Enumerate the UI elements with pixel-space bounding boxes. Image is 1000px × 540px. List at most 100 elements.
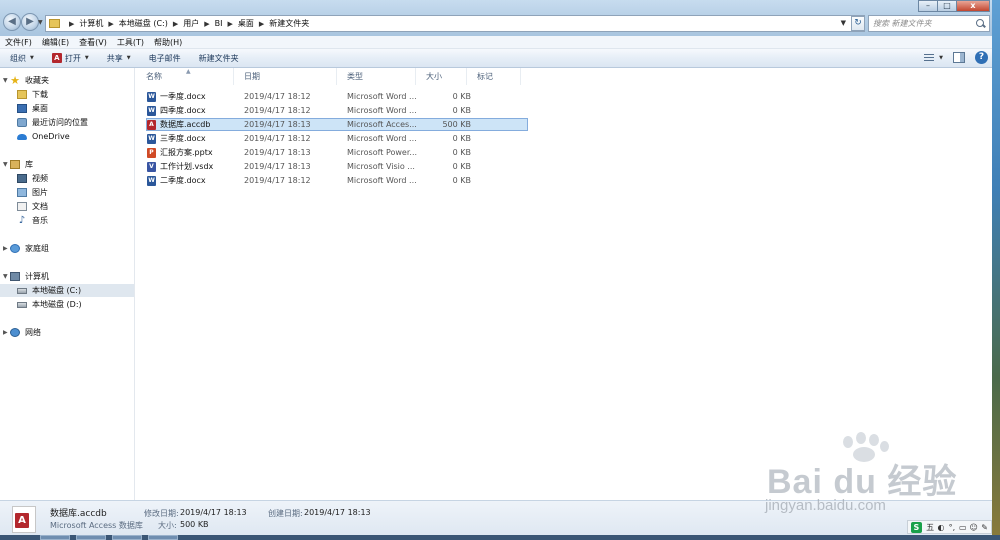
half-width-icon[interactable]: ◐ <box>937 523 946 532</box>
chevron-right-icon[interactable]: ▶ <box>204 20 209 28</box>
nav-label: 本地磁盘 (D:) <box>32 300 82 309</box>
nav-item-drive-d[interactable]: 本地磁盘 (D:) <box>0 298 134 311</box>
column-type[interactable]: 类型 <box>337 68 416 85</box>
sogou-ime-icon[interactable]: S <box>911 521 922 533</box>
chevron-right-icon[interactable]: ▶ <box>173 20 178 28</box>
file-size: 0 KB <box>452 176 471 185</box>
expand-arrow-icon[interactable]: ▼ <box>3 273 9 280</box>
nav-item-homegroup[interactable]: ▶ 家庭组 <box>0 242 134 255</box>
nav-item-music[interactable]: ♪ 音乐 <box>0 214 134 227</box>
nav-item-desktop[interactable]: 桌面 <box>0 102 134 115</box>
chevron-right-icon[interactable]: ▶ <box>228 20 233 28</box>
file-row[interactable]: W 四季度.docx 2019/4/17 18:12 Microsoft Word… <box>146 104 528 117</box>
collapse-arrow-icon[interactable]: ▶ <box>3 329 9 336</box>
taskbar-button[interactable] <box>76 535 106 540</box>
menu-tools[interactable]: 工具(T) <box>117 37 144 48</box>
drive-icon <box>17 301 27 308</box>
expand-arrow-icon[interactable]: ▼ <box>3 77 9 84</box>
nav-label: 网络 <box>25 328 41 337</box>
modified-value: 2019/4/17 18:13 <box>180 508 247 517</box>
change-view-icon[interactable] <box>922 52 936 64</box>
nav-item-pictures[interactable]: 图片 <box>0 186 134 199</box>
breadcrumb-current-folder[interactable]: 新建文件夹 <box>269 18 309 29</box>
ime-mode-label[interactable]: 五 <box>926 522 935 533</box>
close-button[interactable]: x <box>956 0 990 12</box>
organize-button[interactable]: 组织 ▼ <box>10 53 34 64</box>
recent-pages-dropdown-icon[interactable]: ▼ <box>38 19 43 26</box>
file-row-selected[interactable]: A 数据库.accdb 2019/4/17 18:13 Microsoft Acc… <box>146 118 528 131</box>
chevron-right-icon[interactable]: ▶ <box>69 20 74 28</box>
menu-help[interactable]: 帮助(H) <box>154 37 182 48</box>
breadcrumb-users[interactable]: 用户 <box>183 18 199 29</box>
nav-item-libraries[interactable]: ▼ 库 <box>0 158 134 171</box>
expand-arrow-icon[interactable]: ▼ <box>3 161 9 168</box>
punctuation-icon[interactable]: °, <box>947 523 956 532</box>
menu-view[interactable]: 查看(V) <box>79 37 107 48</box>
nav-item-favorites[interactable]: ▼ ★ 收藏夹 <box>0 74 134 87</box>
menu-edit[interactable]: 编辑(E) <box>42 37 69 48</box>
file-row[interactable]: V 工作计划.vsdx 2019/4/17 18:13 Microsoft Vis… <box>146 160 528 173</box>
search-input[interactable]: 搜索 新建文件夹 <box>873 18 975 29</box>
chevron-right-icon[interactable]: ▶ <box>108 20 113 28</box>
nav-item-drive-c[interactable]: 本地磁盘 (C:) <box>0 284 134 297</box>
file-row[interactable]: W 三季度.docx 2019/4/17 18:12 Microsoft Word… <box>146 132 528 145</box>
column-name[interactable]: ▲ 名称 <box>136 68 234 85</box>
nav-item-onedrive[interactable]: OneDrive <box>0 130 134 143</box>
refresh-icon[interactable]: ↻ <box>851 16 865 31</box>
nav-item-network[interactable]: ▶ 网络 <box>0 326 134 339</box>
nav-item-computer[interactable]: ▼ 计算机 <box>0 270 134 283</box>
search-box[interactable]: 搜索 新建文件夹 <box>868 15 990 32</box>
taskbar-button[interactable] <box>112 535 142 540</box>
breadcrumb-drive-c[interactable]: 本地磁盘 (C:) <box>119 18 168 29</box>
share-button[interactable]: 共享 ▼ <box>107 53 131 64</box>
nav-item-documents[interactable]: 文档 <box>0 200 134 213</box>
preview-pane-icon[interactable] <box>953 52 965 63</box>
share-label: 共享 <box>106 53 123 63</box>
breadcrumb-computer[interactable]: 计算机 <box>79 18 103 29</box>
downloads-folder-icon <box>17 90 27 99</box>
new-folder-button[interactable]: 新建文件夹 <box>199 53 239 64</box>
address-dropdown-icon[interactable]: ▼ <box>841 19 846 27</box>
menu-file[interactable]: 文件(F) <box>5 37 32 48</box>
nav-item-recent[interactable]: 最近访问的位置 <box>0 116 134 129</box>
file-row[interactable]: W 一季度.docx 2019/4/17 18:12 Microsoft Word… <box>146 90 528 103</box>
chevron-down-icon[interactable]: ▼ <box>939 55 943 61</box>
nav-item-videos[interactable]: 视频 <box>0 172 134 185</box>
collapse-arrow-icon[interactable]: ▶ <box>3 245 9 252</box>
organize-label: 组织 <box>10 53 26 63</box>
cloud-icon <box>17 133 27 140</box>
window-controls: – □ x <box>918 0 990 12</box>
new-folder-label: 新建文件夹 <box>198 53 239 63</box>
nav-label: 音乐 <box>32 216 48 225</box>
watermark-brand: Bai du 经验 <box>767 463 958 501</box>
search-icon[interactable] <box>975 18 986 29</box>
column-size[interactable]: 大小 <box>416 68 467 85</box>
settings-icon[interactable]: ✎ <box>980 523 989 532</box>
column-label: 类型 <box>347 72 363 81</box>
navigation-pane: ▼ ★ 收藏夹 下载 桌面 最近访问的位置 OneDrive ▼ 库 视频 图片… <box>0 68 135 500</box>
maximize-button[interactable]: □ <box>937 0 957 12</box>
back-icon[interactable]: ◀ <box>3 13 21 31</box>
keyboard-icon[interactable]: ▭ <box>958 523 967 532</box>
file-row[interactable]: W 二季度.docx 2019/4/17 18:12 Microsoft Word… <box>146 174 528 187</box>
forward-icon[interactable]: ▶ <box>21 13 39 31</box>
help-icon[interactable]: ? <box>975 51 988 64</box>
nav-item-downloads[interactable]: 下载 <box>0 88 134 101</box>
breadcrumb-desktop[interactable]: 桌面 <box>238 18 254 29</box>
view-controls: ▼ ? <box>922 51 992 64</box>
file-row[interactable]: P 汇报方案.pptx 2019/4/17 18:13 Microsoft Pow… <box>146 146 528 159</box>
column-date[interactable]: 日期 <box>234 68 337 85</box>
file-name: 二季度.docx <box>160 176 206 185</box>
taskbar-button[interactable] <box>40 535 70 540</box>
open-button[interactable]: A 打开 ▼ <box>51 53 89 64</box>
email-button[interactable]: 电子邮件 <box>149 53 181 64</box>
breadcrumb-user[interactable]: BI <box>215 19 223 28</box>
chevron-right-icon[interactable]: ▶ <box>259 20 264 28</box>
file-name: 汇报方案.pptx <box>160 148 213 157</box>
computer-icon <box>10 272 20 281</box>
taskbar-button[interactable] <box>148 535 178 540</box>
column-tags[interactable]: 标记 <box>467 68 521 85</box>
user-icon[interactable]: ☺ <box>969 523 978 532</box>
minimize-button[interactable]: – <box>918 0 938 12</box>
address-bar[interactable]: ▶ 计算机 ▶ 本地磁盘 (C:) ▶ 用户 ▶ BI ▶ 桌面 ▶ 新建文件夹… <box>45 15 865 32</box>
